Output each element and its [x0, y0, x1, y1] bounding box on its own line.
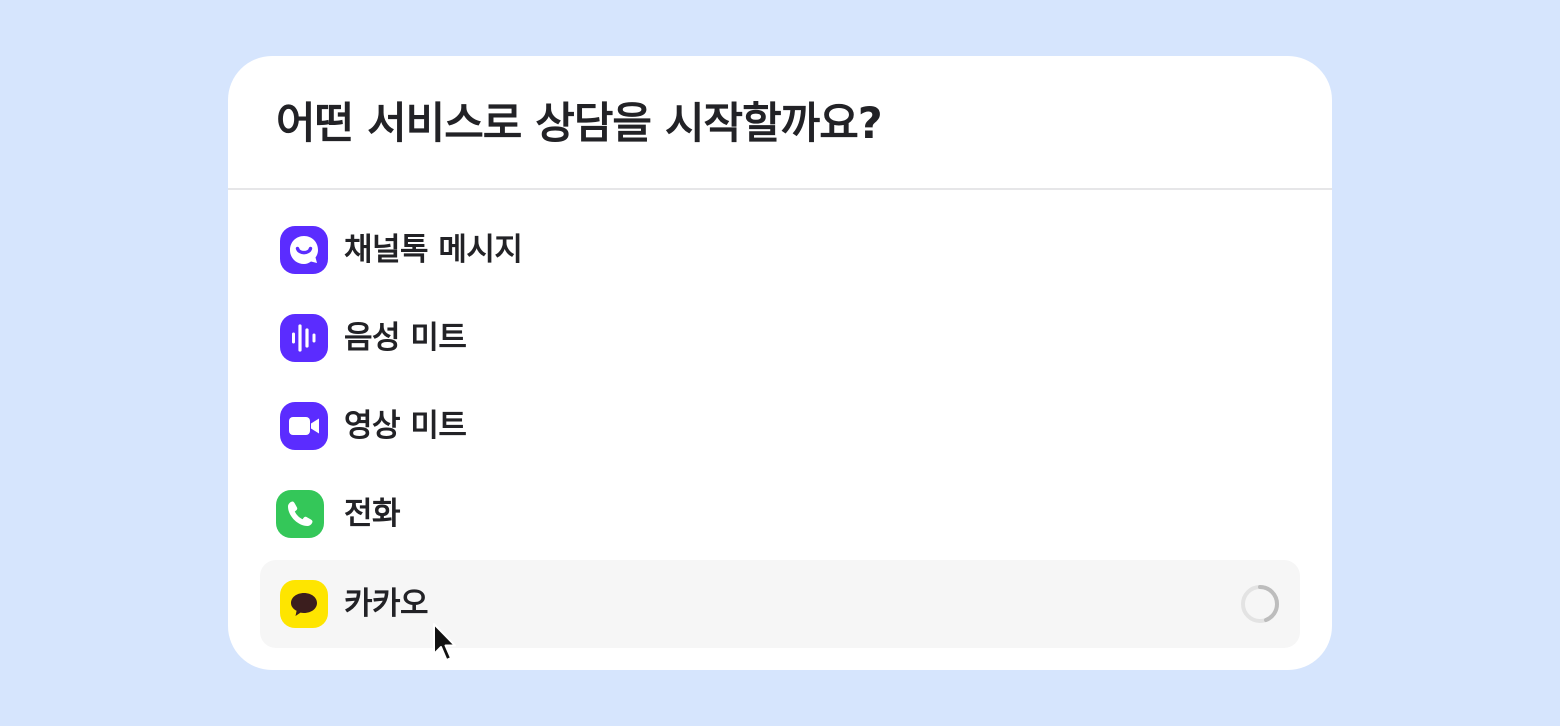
mouse-pointer-icon — [432, 622, 458, 664]
option-phone[interactable]: 전화 — [260, 470, 1300, 558]
dialog-title: 어떤 서비스로 상담을 시작할까요? — [276, 99, 883, 149]
audio-wave-icon — [280, 314, 328, 362]
option-video-meet[interactable]: 영상 미트 — [260, 382, 1300, 470]
chat-bubble-icon — [280, 226, 328, 274]
kakao-speech-bubble-icon — [280, 580, 328, 628]
dialog-header: 어떤 서비스로 상담을 시작할까요? — [228, 56, 1332, 190]
option-label: 카카오 — [344, 586, 429, 622]
loading-spinner-icon — [1240, 584, 1280, 624]
video-camera-icon — [280, 402, 328, 450]
option-label: 채널톡 메시지 — [344, 232, 523, 268]
option-kakao[interactable]: 카카오 — [260, 560, 1300, 648]
option-label: 음성 미트 — [344, 320, 467, 356]
option-label: 전화 — [344, 496, 401, 532]
phone-icon — [276, 490, 324, 538]
service-select-dialog: 어떤 서비스로 상담을 시작할까요? 채널톡 메시지 음성 미트 영상 미트 전… — [228, 56, 1332, 670]
option-voice-meet[interactable]: 음성 미트 — [260, 294, 1300, 382]
option-channeltalk-message[interactable]: 채널톡 메시지 — [260, 206, 1300, 294]
option-label: 영상 미트 — [344, 408, 467, 444]
